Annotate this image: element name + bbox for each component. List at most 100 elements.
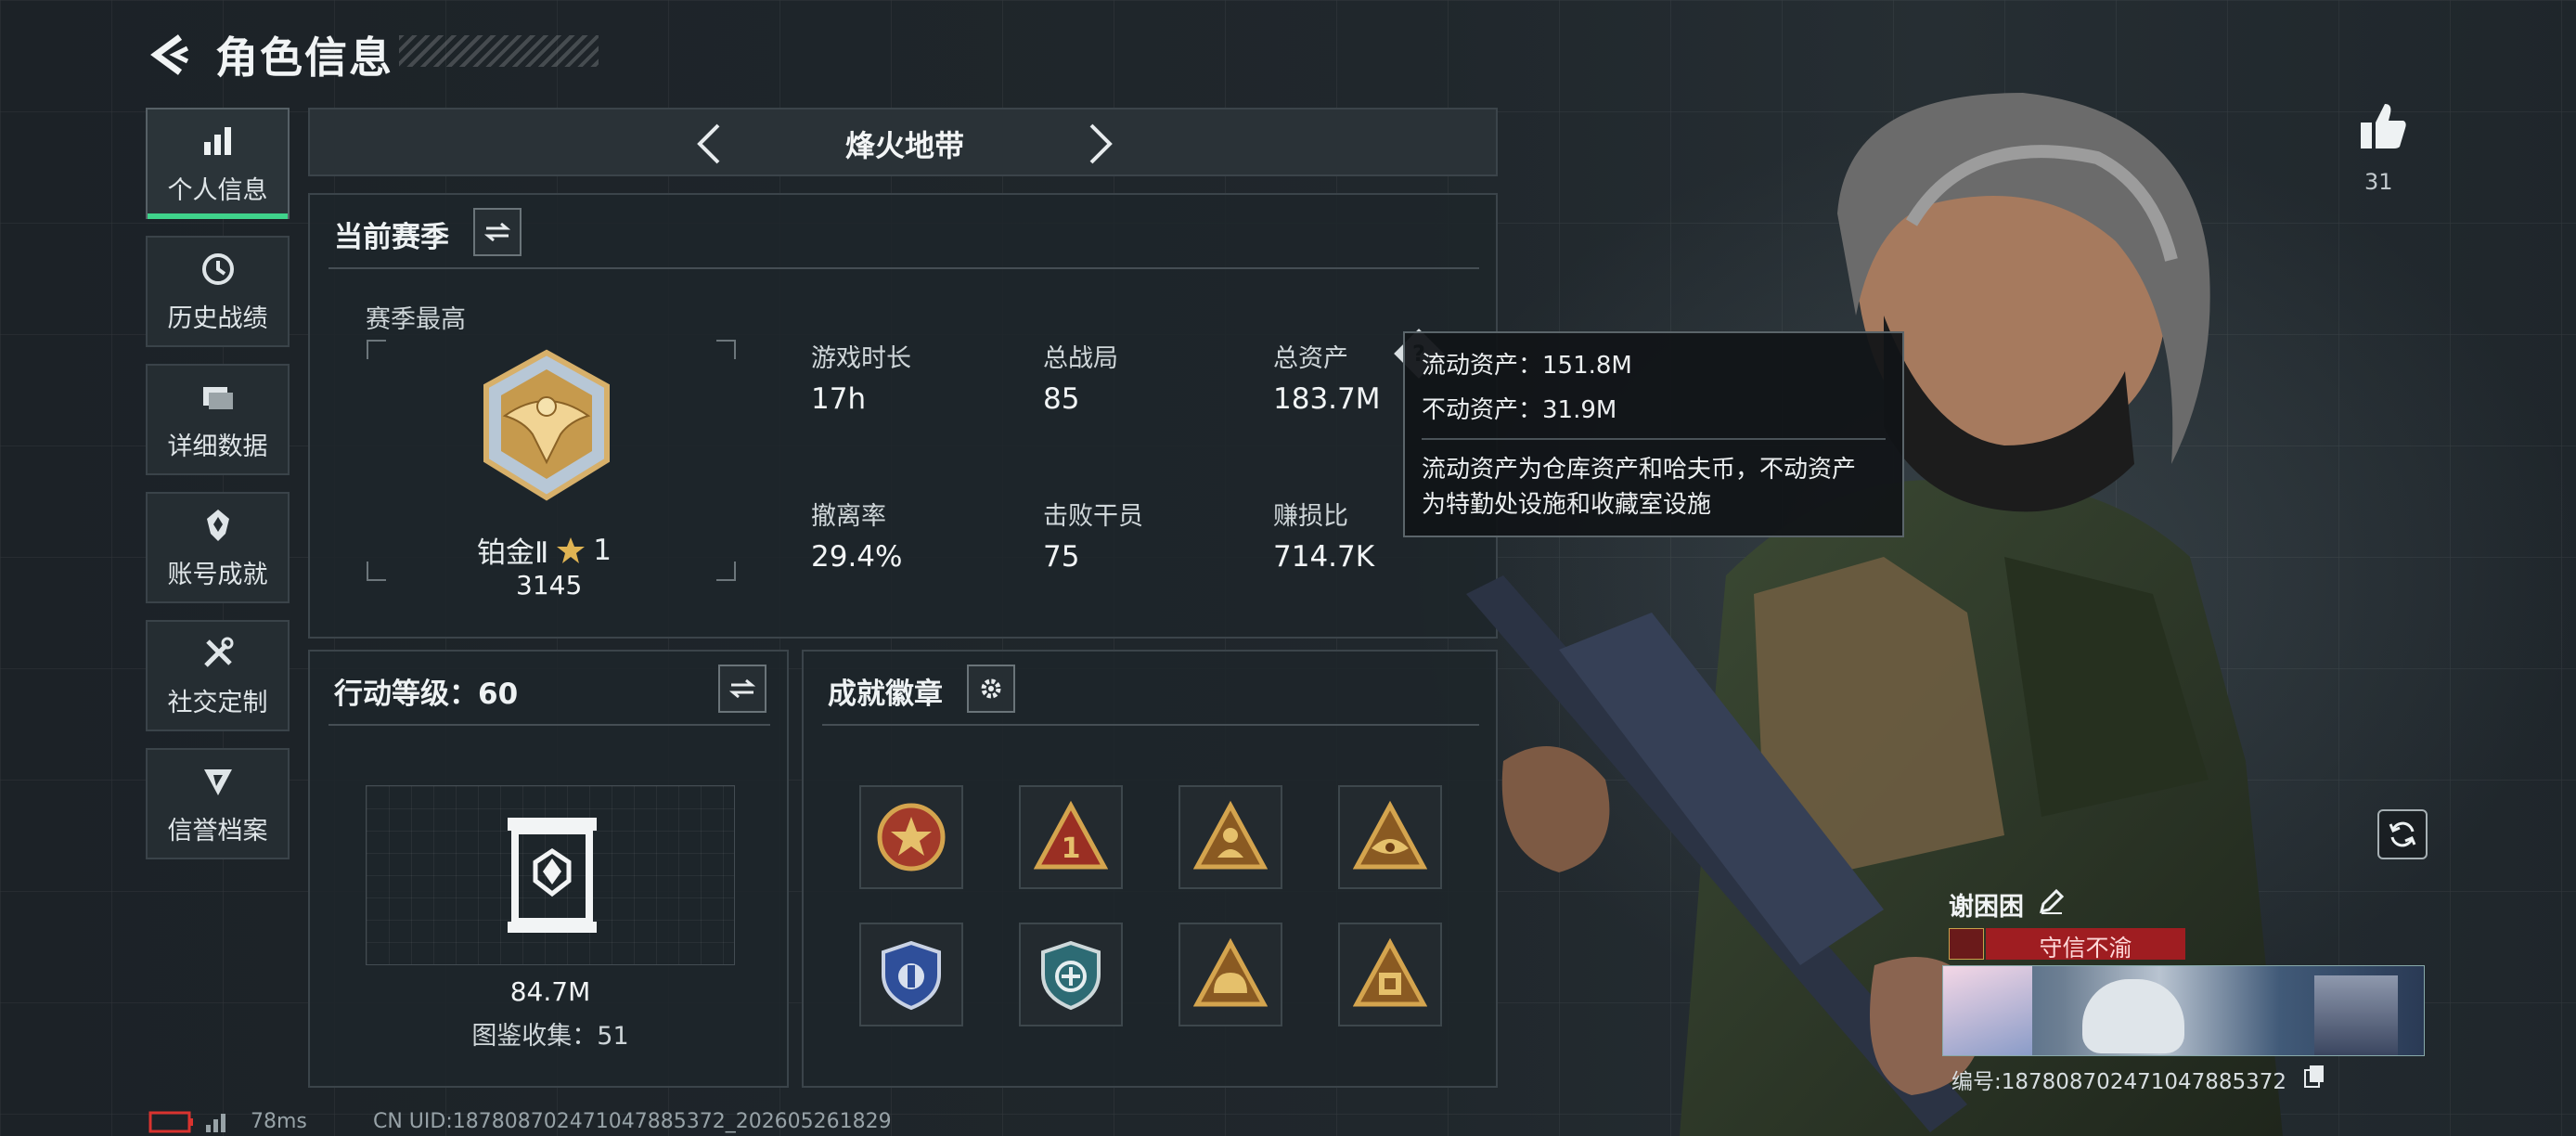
panel-divider	[822, 724, 1479, 726]
shield-badge-icon	[882, 940, 941, 1011]
sidebar-item-credibility-profile[interactable]: 信誉档案	[146, 748, 290, 859]
sidebar-item-account-achievements[interactable]: 账号成就	[146, 492, 290, 603]
achievement-badge[interactable]: 1	[1019, 785, 1123, 889]
asset-tooltip: 流动资产：151.8M 不动资产：31.9M 流动资产为仓库资产和哈夫币，不动资…	[1403, 331, 1904, 537]
chevron-right-icon[interactable]	[1082, 121, 1119, 167]
sidebar-item-label: 个人信息	[167, 175, 268, 205]
refresh-icon	[2389, 821, 2416, 847]
edit-pencil-icon[interactable]	[2038, 887, 2066, 915]
mode-selector: 烽火地带	[308, 108, 1498, 176]
achievement-badge[interactable]	[1019, 923, 1123, 1026]
rank-stars: 1	[593, 533, 612, 567]
thumbs-up-icon[interactable]	[2357, 100, 2409, 152]
achievement-badge[interactable]	[1179, 923, 1282, 1026]
collection-display[interactable]	[366, 785, 735, 965]
player-banner[interactable]	[1942, 965, 2425, 1056]
collection-count: 图鉴收集：51	[471, 1022, 629, 1051]
battery-icon	[148, 1111, 193, 1133]
sidebar-item-personal-info[interactable]: 个人信息	[146, 108, 290, 219]
season-switch-button[interactable]	[473, 208, 522, 256]
helmet-triangle-badge-icon	[1193, 937, 1268, 1007]
avatar	[1943, 966, 2032, 1055]
svg-text:1: 1	[1062, 833, 1081, 865]
stat-value: 85	[1043, 382, 1080, 416]
number-one-badge-icon: 1	[1034, 800, 1108, 870]
achievements-settings-button[interactable]	[967, 665, 1015, 713]
achievements-title: 成就徽章	[828, 678, 943, 711]
figure-triangle-badge-icon	[1193, 800, 1268, 870]
gear-icon	[981, 678, 1001, 699]
stat-label: 撤离率	[811, 502, 886, 531]
signal-strength-icon	[206, 1114, 225, 1132]
stat-label: 总战局	[1043, 344, 1118, 373]
player-uid: 编号:18780870247104788537​2	[1951, 1070, 2287, 1094]
star-icon	[557, 536, 586, 563]
platinum-rank-emblem-icon	[483, 349, 610, 501]
sidebar-item-social-customization[interactable]: 社交定制	[146, 620, 290, 731]
tooltip-liquid-assets: 流动资产：151.8M	[1422, 352, 1632, 380]
rank-name: 铂金Ⅱ	[477, 536, 549, 570]
refresh-button[interactable]	[2377, 809, 2428, 859]
bar-chart-icon	[203, 126, 231, 155]
sidebar-item-label: 账号成就	[167, 560, 268, 589]
tooltip-description-line1: 流动资产为仓库资产和哈夫币，不动资产	[1422, 456, 1857, 484]
season-best-label: 赛季最高	[366, 305, 466, 334]
page-title: 角色信息	[215, 32, 393, 83]
sidebar-item-label: 社交定制	[167, 688, 268, 717]
rank-display: 铂金Ⅱ 1	[477, 529, 663, 571]
like-count: 31	[2364, 169, 2393, 195]
stat-label: 击败干员	[1043, 502, 1143, 531]
season-panel: 当前赛季 赛季最高 铂金Ⅱ 1 3145 游戏时长 17h 总战局 85 总资产…	[308, 193, 1498, 639]
stat-value: 714.7K	[1273, 540, 1375, 574]
panel-divider	[328, 267, 1479, 269]
tools-icon	[203, 637, 233, 667]
trust-medal-icon	[1949, 928, 1984, 960]
copy-icon[interactable]	[2303, 1064, 2325, 1088]
action-level-switch-button[interactable]	[718, 665, 766, 713]
achievement-badge[interactable]	[1338, 785, 1442, 889]
swap-icon	[729, 678, 755, 699]
season-title: 当前赛季	[334, 221, 449, 254]
stat-label: 总资产	[1273, 344, 1348, 373]
chevron-left-icon[interactable]	[690, 121, 728, 167]
achievement-badge[interactable]	[859, 785, 963, 889]
tooltip-divider	[1422, 438, 1886, 440]
achievement-badge[interactable]	[1338, 923, 1442, 1026]
player-name: 谢困困	[1949, 893, 2024, 922]
tooltip-fixed-assets: 不动资产：31.9M	[1422, 396, 1617, 424]
collection-value: 84.7M	[509, 976, 591, 1007]
stat-label: 赚损比	[1273, 502, 1348, 531]
stat-value: 29.4%	[811, 540, 903, 574]
stat-value: 183.7M	[1273, 382, 1381, 416]
achievement-badge[interactable]	[1179, 785, 1282, 889]
title-decoration	[399, 35, 599, 67]
sidebar-item-history[interactable]: 历史战绩	[146, 236, 290, 347]
sidebar-item-label: 历史战绩	[167, 303, 268, 333]
sidebar-item-label: 信誉档案	[167, 816, 268, 846]
banner-character	[2082, 979, 2184, 1053]
action-level-panel: 行动等级：60 84.7M 图鉴收集：51	[308, 650, 789, 1088]
rank-score: 3145	[516, 570, 583, 600]
eye-triangle-badge-icon	[1353, 800, 1427, 870]
stat-value: 17h	[811, 382, 867, 416]
trust-label: 守信不渝	[2039, 935, 2132, 962]
credibility-icon	[203, 768, 232, 795]
achievements-panel: 成就徽章 1	[802, 650, 1498, 1088]
stat-label: 游戏时长	[811, 344, 911, 373]
emblem-shield-badge-icon	[1041, 940, 1101, 1011]
collection-cabinet-icon	[508, 818, 597, 933]
history-clock-icon	[201, 252, 234, 285]
achievement-icon	[206, 509, 229, 541]
tooltip-description-line2: 为特勤处设施和收藏室设施	[1422, 491, 1712, 519]
folder-icon	[202, 386, 233, 409]
box-triangle-badge-icon	[1353, 937, 1427, 1007]
swap-icon	[484, 222, 510, 242]
sidebar-item-detailed-data[interactable]: 详细数据	[146, 364, 290, 475]
panel-divider	[328, 724, 770, 726]
back-arrow-icon[interactable]	[147, 32, 193, 78]
mode-label: 烽火地带	[844, 128, 964, 163]
achievement-badge[interactable]	[859, 923, 963, 1026]
action-level-title: 行动等级：60	[334, 678, 519, 711]
sidebar-item-label: 详细数据	[167, 432, 268, 461]
footer-uid: CN UID:18780870247104788537​2_2026052618…	[373, 1110, 892, 1133]
